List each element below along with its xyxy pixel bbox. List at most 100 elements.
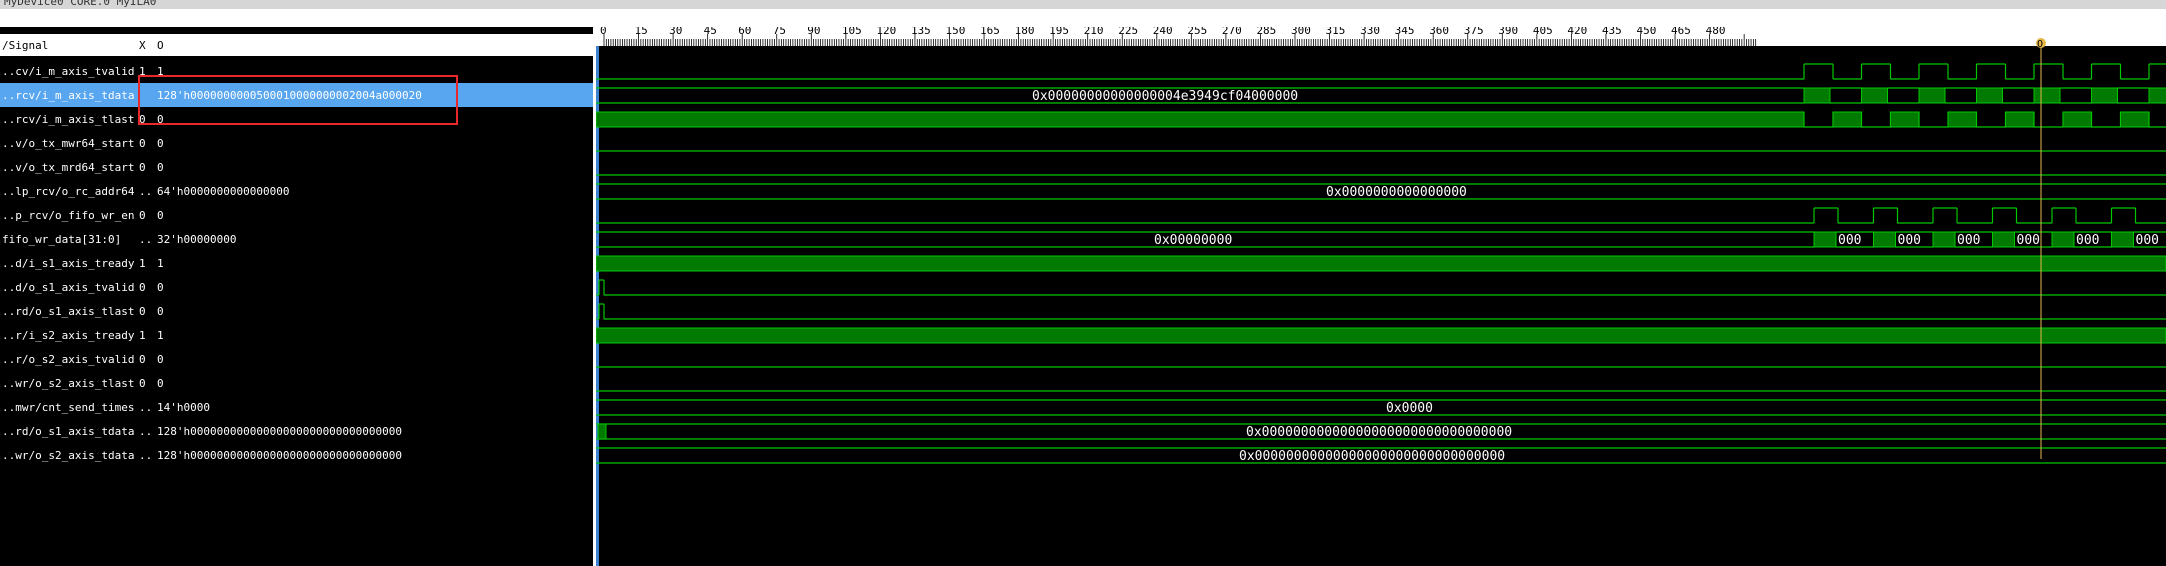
signal-o-value: 0 [157, 305, 164, 318]
signal-name: ..rcv/i_m_axis_tlast [2, 113, 135, 126]
signal-row[interactable]: ..mwr/cnt_send_times.. 14'h0000 [0, 395, 593, 419]
signal-x-value: 1 [139, 257, 146, 270]
ruler-tick-label: 105 [842, 27, 862, 37]
o-column-header[interactable]: O [157, 39, 164, 52]
ruler-tick-label: 465 [1671, 27, 1691, 37]
ruler-tick-label: 225 [1118, 27, 1138, 37]
signal-row[interactable]: ..d/i_s1_axis_tready 1 1 [0, 251, 593, 275]
wave-high [2005, 111, 2035, 128]
bus-value-label: 0x00000000000000000000000000000000 [1246, 425, 1512, 440]
bus-value-label: 0x0000 [1386, 401, 1433, 416]
bus-value-label: 000 [1838, 233, 1861, 248]
bus-burst [1992, 231, 2015, 248]
signal-x-value: 0 [139, 209, 146, 222]
bus-value-label: 0x00000000 [1154, 233, 1232, 248]
bus-burst [2091, 87, 2118, 104]
signal-row[interactable]: ..d/o_s1_axis_tvalid 0 0 [0, 275, 593, 299]
wave-high [1947, 111, 1977, 128]
signal-row[interactable]: ..r/i_s2_axis_tready 1 1 [0, 323, 593, 347]
ruler-tick-label: 360 [1429, 27, 1449, 37]
signal-row[interactable]: ..v/o_tx_mwr64_start 0 0 [0, 131, 593, 155]
bus-value-label: 000 [2076, 233, 2099, 248]
signal-name: ..wr/o_s2_axis_tlast [2, 377, 135, 390]
bus-burst [597, 423, 607, 440]
ruler-tick-label: 90 [807, 27, 820, 37]
signal-row[interactable]: ..wr/o_s2_axis_tdata.. 128'h0000000000000… [0, 443, 593, 467]
bus-value-label: 000 [1957, 233, 1980, 248]
bus-value-label: 000 [2017, 233, 2040, 248]
wave-high [2062, 111, 2092, 128]
ruler-tick-label: 375 [1464, 27, 1484, 37]
signal-o-value: 14'h0000 [157, 401, 210, 414]
signal-o-value: 1 [157, 257, 164, 270]
ruler-tick-label: 405 [1533, 27, 1553, 37]
signal-row[interactable]: ..p_rcv/o_fifo_wr_en 0 0 [0, 203, 593, 227]
signal-x-value: .. [139, 401, 153, 414]
signal-o-value: 0 [157, 137, 164, 150]
ruler-tick-label: 345 [1395, 27, 1415, 37]
wave-high [1832, 111, 1862, 128]
window-titlebar: MyDevice0 CORE.0 MyILA0 [0, 0, 2166, 9]
ruler-tick-label: 30 [669, 27, 682, 37]
ruler-tick-label: 390 [1498, 27, 1518, 37]
ruler-tick-label: 150 [946, 27, 966, 37]
signal-name: ..r/o_s2_axis_tvalid [2, 353, 135, 366]
ruler-tick-label: 450 [1637, 27, 1657, 37]
signal-x-value: .. [139, 449, 153, 462]
signal-row[interactable]: fifo_wr_data[31:0].. 32'h00000000 [0, 227, 593, 251]
signal-x-value: 1 [139, 329, 146, 342]
x-column-header[interactable]: X [139, 39, 146, 52]
wave-high [1890, 111, 1920, 128]
signal-name: ..v/o_tx_mwr64_start [2, 137, 135, 150]
ruler-tick-label: 45 [704, 27, 717, 37]
ruler-tick-label: 60 [738, 27, 751, 37]
ruler-tick-label: 330 [1360, 27, 1380, 37]
highlight-annotation-box [138, 75, 458, 125]
signal-x-value: .. [139, 185, 153, 198]
bus-burst [2033, 87, 2061, 104]
signal-x-value: .. [139, 233, 153, 246]
signal-row[interactable]: ..wr/o_s2_axis_tlast 0 0 [0, 371, 593, 395]
window-title: MyDevice0 CORE.0 MyILA0 [4, 0, 157, 8]
bus-value-label: 000 [2136, 233, 2159, 248]
bus-burst [1976, 87, 2003, 104]
bus-burst [1803, 87, 1831, 104]
signal-x-value: 0 [139, 137, 146, 150]
ruler-tick-label: 480 [1706, 27, 1726, 37]
ruler-tick-label: 240 [1153, 27, 1173, 37]
ruler-tick-label: 255 [1187, 27, 1207, 37]
signal-row[interactable]: ..rd/o_s1_axis_tdata.. 128'h0000000000000… [0, 419, 593, 443]
signal-name: fifo_wr_data[31:0] [2, 233, 122, 246]
cursor-marker-label: O [2037, 39, 2043, 50]
signal-name: ..cv/i_m_axis_tvalid [2, 65, 135, 78]
wave-high [596, 111, 1805, 128]
bus-value-label: 0x0000000000000000 [1326, 185, 1467, 200]
signal-name: ..p_rcv/o_fifo_wr_en [2, 209, 135, 222]
waveform-canvas[interactable]: 0 15 30 45 60 75 90 105 120 135 150 165 180 195 210 225… [596, 27, 2166, 566]
bus-value-label: 0x00000000000000004e3949cf04000000 [1032, 89, 1298, 104]
signal-x-value: 0 [139, 305, 146, 318]
ruler-tick-label: 420 [1567, 27, 1587, 37]
ruler-tick-label: 165 [980, 27, 1000, 37]
signal-x-value: 0 [139, 353, 146, 366]
ruler-tick-label: 120 [876, 27, 896, 37]
signal-o-value: 0 [157, 161, 164, 174]
signal-o-value: 0 [157, 209, 164, 222]
bus-value-label: 000 [1898, 233, 1921, 248]
signal-row[interactable]: ..v/o_tx_mrd64_start 0 0 [0, 155, 593, 179]
signal-row[interactable]: ..rd/o_s1_axis_tlast 0 0 [0, 299, 593, 323]
signal-name: ..rd/o_s1_axis_tdata [2, 425, 135, 438]
ruler-tick-label: 435 [1602, 27, 1622, 37]
signal-row[interactable]: ..lp_rcv/o_rc_addr64.. 64'h00000000000000… [0, 179, 593, 203]
waveform-panel[interactable]: 0 15 30 45 60 75 90 105 120 135 150 165 180 195 210 225… [596, 27, 2166, 566]
wave-high [2120, 111, 2150, 128]
signal-column-header[interactable]: /Signal [2, 39, 48, 52]
ruler-tick-label: 195 [1049, 27, 1069, 37]
signal-row[interactable]: ..r/o_s2_axis_tvalid 0 0 [0, 347, 593, 371]
signal-name: ..d/o_s1_axis_tvalid [2, 281, 135, 294]
ruler-tick-label: 285 [1256, 27, 1276, 37]
bus-burst [1932, 231, 1956, 248]
signal-o-value: 0 [157, 281, 164, 294]
bus-burst [2148, 87, 2166, 104]
ruler-tick-label: 210 [1084, 27, 1104, 37]
